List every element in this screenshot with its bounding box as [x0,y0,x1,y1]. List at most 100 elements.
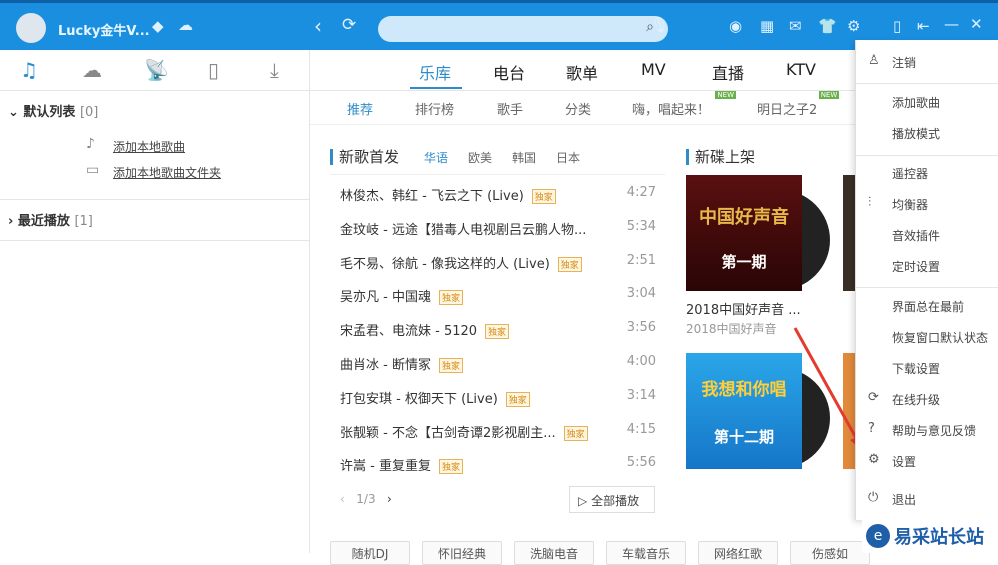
collapse-icon[interactable]: ⇤ [917,17,930,35]
category-tag[interactable]: 随机DJ [330,541,410,565]
region-chinese[interactable]: 华语 [424,149,448,166]
album-cover-partial[interactable] [843,175,855,291]
menu-item[interactable]: 下载设置 [892,360,940,377]
close-icon[interactable]: ✕ [970,15,983,33]
mail-icon[interactable]: ✉ [789,17,802,35]
region-korean[interactable]: 韩国 [512,149,536,166]
refresh-icon[interactable]: ⟳ [342,15,356,35]
category-tag[interactable]: 网络红歌 [698,541,778,565]
tab-ktv[interactable]: KTV [786,60,816,79]
menu-item[interactable]: 音效插件 [892,227,940,244]
menu-item[interactable]: 均衡器 [892,196,928,213]
song-duration: 5:34 [626,218,656,234]
radio-icon[interactable]: 📡 [144,58,169,82]
cover-logo: 中国好声音 [699,207,789,228]
exclusive-badge: 独家 [438,290,463,306]
song-duration: 4:27 [626,185,656,200]
device-icon[interactable]: ▯ [208,58,219,82]
song-row[interactable]: 曲肖冰 - 断情冢 独家 4:00 [340,346,656,380]
cloud-icon[interactable]: ☁ [82,58,102,82]
subtab-categories[interactable]: 分类 [565,99,591,118]
tab-mv[interactable]: MV [641,60,666,79]
song-row[interactable]: 张靓颖 - 不念【古剑奇谭2影视剧主... 独家 4:15 [340,414,656,448]
tab-library[interactable]: 乐库 [419,60,451,84]
category-tag[interactable]: 伤感如 [790,541,870,565]
menu-item[interactable]: 在线升级 [892,391,940,408]
menu-item[interactable]: 帮助与意见反馈 [892,422,976,439]
power-icon: ⏻ [868,490,879,505]
album-artist[interactable]: 2018中国好声音 [686,320,777,337]
vip-diamond-icon[interactable]: ◆ [152,17,164,35]
song-duration: 3:14 [626,387,656,403]
menu-item[interactable]: 恢复窗口默认状态 [892,329,988,346]
settings-gear-icon[interactable]: ⚙ [847,17,860,35]
username[interactable]: Lucky金牛V... [58,20,150,39]
subtab-next-idol[interactable]: 明日之子2 NEW [757,91,840,118]
song-row[interactable]: 吴亦凡 - 中国魂 独家 3:04 [340,278,656,312]
exclusive-badge: 独家 [531,189,556,204]
section-title: 新歌首发 [330,149,399,165]
song-row[interactable]: 毛不易、徐航 - 像我这样的人 (Live) 独家 2:51 [340,245,656,279]
song-row[interactable]: 林俊杰、韩红 - 飞云之下 (Live) 独家 4:27 [340,177,656,211]
song-title: 曲肖冰 - 断情冢 [340,358,431,373]
category-tag[interactable]: 车载音乐 [606,541,686,565]
prev-page-icon[interactable]: ‹ [340,492,345,506]
song-row[interactable]: 打包安琪 - 权御天下 (Live) 独家 3:14 [340,380,656,414]
music-icon[interactable]: ♫ [20,58,38,82]
playlist-default[interactable]: ⌄ 默认列表 [0] [8,101,98,120]
next-page-icon[interactable]: › [387,492,392,506]
exclusive-badge: 独家 [505,391,530,407]
category-tag[interactable]: 怀旧经典 [422,541,502,565]
song-title: 吴亦凡 - 中国魂 [340,290,431,306]
exclusive-badge: 独家 [557,256,582,272]
tab-playlists[interactable]: 歌单 [566,60,598,84]
cloud-sync-icon[interactable]: ☁ [178,16,193,34]
menu-item[interactable]: 退出 [892,491,916,508]
subtab-singers[interactable]: 歌手 [497,99,523,118]
song-title: 林俊杰、韩红 - 飞云之下 (Live) [340,189,524,204]
album-cover[interactable]: 中国好声音 第一期 [686,175,802,291]
disc-icon[interactable]: ◉ [729,17,742,35]
song-title: 金玟岐 - 远途【猎毒人电视剧吕云鹏人物... [340,222,587,238]
menu-item[interactable]: 定时设置 [892,258,940,275]
add-local-song-link[interactable]: 添加本地歌曲 [113,138,185,155]
play-icon: ▷ [578,494,588,508]
main-menu-dropdown: 注销 ♙ 添加歌曲 播放模式 遥控器 均衡器 ⫶ 音效插件 定时设置 界面总在最前 恢复窗口默认状态… [855,40,998,520]
mini-mode-icon[interactable]: ▯ [893,17,901,35]
album-name[interactable]: 2018中国好声音 ... [686,299,801,318]
add-folder-icon: ▭ [86,162,100,178]
search-input[interactable]: ⌕ [378,16,668,42]
subtab-sing[interactable]: 嗨，唱起来！ NEW [632,91,737,118]
menu-item[interactable]: 设置 [892,453,916,470]
song-row[interactable]: 宋孟君、电流妹 - 5120 独家 3:56 [340,312,656,346]
song-row[interactable]: 金玟岐 - 远途【猎毒人电视剧吕云鹏人物... 5:34 [340,211,656,245]
menu-item[interactable]: 遥控器 [892,165,928,182]
menu-item[interactable]: 注销 [892,54,916,71]
menu-item[interactable]: 界面总在最前 [892,298,964,315]
playlist-recent[interactable]: › 最近播放 [1] [8,210,93,229]
new-badge: NEW [715,91,737,99]
watermark-text: 易采站长站 [894,527,984,548]
menu-item[interactable]: 添加歌曲 [892,94,940,111]
download-icon[interactable]: ⤓ [270,58,279,82]
play-all-button[interactable]: ▷ 全部播放 [569,486,655,513]
subtab-recommend[interactable]: 推荐 [347,99,373,118]
back-icon[interactable]: ‹ [314,14,322,38]
region-japanese[interactable]: 日本 [556,149,580,166]
tab-radio[interactable]: 电台 [493,60,525,84]
tab-live[interactable]: 直播 [712,60,744,84]
category-tag[interactable]: 洗脑电音 [514,541,594,565]
subtab-charts[interactable]: 排行榜 [415,99,454,118]
region-western[interactable]: 欧美 [468,149,492,166]
song-row[interactable]: 许嵩 - 重复重复 独家 5:56 [340,447,656,481]
avatar[interactable] [16,13,46,43]
skin-icon[interactable]: 👕 [818,17,837,35]
song-duration: 2:51 [626,252,656,268]
minimize-icon[interactable]: — [944,15,959,33]
voice-search-icon[interactable]: 🎙 [650,16,669,34]
title-bar: Lucky金牛V... ◆ ☁ ‹ ⟳ ⌕ 🎙 ◉ ▦ ✉ 👕 ⚙ ▯ ⇤ — … [0,0,998,50]
song-duration: 4:15 [626,421,656,437]
apps-icon[interactable]: ▦ [760,17,774,35]
menu-item[interactable]: 播放模式 [892,125,940,142]
add-local-folder-link[interactable]: 添加本地歌曲文件夹 [113,164,221,181]
